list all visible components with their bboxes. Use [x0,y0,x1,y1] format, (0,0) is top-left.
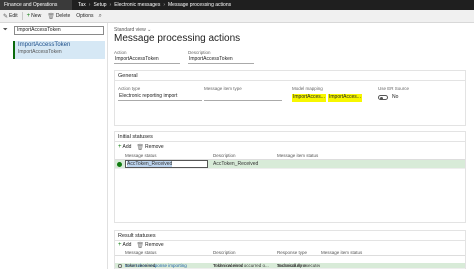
column-message-item-status[interactable]: Message item status [320,250,400,255]
breadcrumb: Tax › Setup › Electronic messages › Mess… [78,2,231,8]
result-remove-button[interactable]: 🗑 Remove [136,242,163,249]
delete-button[interactable]: 🗑 Delete [44,11,73,22]
column-message-item-status[interactable]: Message item status [276,153,366,158]
message-status-value: AccToken_Received [127,161,173,167]
table-row[interactable]: AccToken_Received AccToken_Received [115,160,465,169]
edit-button[interactable]: ✎ Edit [0,11,21,22]
result-statuses-grid-header: Message status Description Response type… [115,249,465,256]
result-remove-label: Remove [145,242,164,248]
list-pane: ⏷ ImportAccessToken ImportAccessToken Im… [0,23,108,269]
pencil-icon: ✎ [3,13,9,20]
initial-remove-button[interactable]: 🗑 Remove [136,144,163,151]
row-selector[interactable] [115,263,124,268]
plus-icon: + [118,242,122,248]
general-header[interactable]: General [115,71,465,81]
use-er-source-value: No [392,94,399,100]
breadcrumb-setup[interactable]: Setup [93,2,106,8]
plus-icon: + [26,13,31,19]
list-item-subtitle: ImportAccessToken [18,49,62,55]
result-statuses-row-2: Token received Token received Successful… [115,262,465,269]
use-er-source-toggle[interactable] [378,95,388,100]
app-name[interactable]: Finance and Operations [0,0,72,10]
trash-icon: 🗑 [136,144,145,151]
message-item-type-label: Message item type [204,86,242,91]
top-navigation-bar: Finance and Operations Tax › Setup › Ele… [0,0,474,10]
message-item-type-field[interactable] [204,93,282,101]
initial-statuses-toolbar: + Add 🗑 Remove [115,142,465,152]
action-type-field[interactable]: Electronic reporting import [118,93,202,101]
new-button-label: New [31,13,42,19]
initial-remove-label: Remove [145,144,164,150]
description-label: Description [188,50,211,55]
action-pane: ✎ Edit + New 🗑 Delete Options ⌕ [0,10,474,23]
trash-icon: 🗑 [47,13,55,20]
column-description[interactable]: Description [212,250,276,255]
breadcrumb-separator: › [88,2,91,8]
breadcrumb-message-processing-actions[interactable]: Message processing actions [168,2,231,8]
initial-add-label: Add [122,144,132,150]
action-field[interactable]: ImportAccessToken [114,56,180,64]
search-icon[interactable]: ⌕ [99,13,102,20]
response-type-cell: Successfully executed [277,263,320,268]
use-er-source-label: Use ER Source [378,86,410,91]
delete-button-label: Delete [55,13,71,19]
action-type-label: Action type [118,86,141,91]
check-circle-icon [117,161,122,167]
description-cell: Token received [213,263,244,268]
edit-button-label: Edit [9,13,18,19]
filter-row: ⏷ ImportAccessToken [0,23,107,37]
result-statuses-toolbar: + Add 🗑 Remove [115,241,465,249]
breadcrumb-separator: › [163,2,166,8]
filter-icon[interactable]: ⏷ [3,27,11,34]
initial-add-button[interactable]: + Add [118,144,131,150]
new-button[interactable]: + New [24,11,45,22]
breadcrumb-electronic-messages[interactable]: Electronic messages [114,2,160,8]
model-mapping-label: Model mapping [292,86,323,91]
options-button[interactable]: Options [73,11,96,22]
table-row[interactable]: Token received Token received Successful… [115,262,465,269]
result-add-label: Add [122,242,132,248]
column-response-type[interactable]: Response type [276,250,320,255]
initial-statuses-header[interactable]: Initial statuses [115,132,465,142]
divider [21,12,23,20]
breadcrumb-tax[interactable]: Tax [78,2,86,8]
column-message-status[interactable]: Message status [124,250,212,255]
page-title: Message processing actions [114,33,241,44]
action-label: Action [114,50,127,55]
plus-icon: + [118,144,122,150]
list-item-selected[interactable]: ImportAccessToken ImportAccessToken [13,41,105,59]
message-status-cell[interactable]: AccToken_Received [124,160,212,168]
initial-statuses-section: Initial statuses + Add 🗑 Remove Message … [114,131,466,223]
circle-icon [117,263,122,268]
trash-icon: 🗑 [136,242,145,249]
message-status-cell[interactable]: Token received [124,263,212,268]
details-pane: Standard view ⌄ Message processing actio… [110,23,474,269]
initial-statuses-grid-header: Message status Description Message item … [115,152,465,160]
model-mapping-field-second[interactable]: ImportAcces... [328,94,362,102]
list-item-title: ImportAccessToken [18,42,71,48]
model-mapping-field[interactable]: ImportAcces... [292,94,326,102]
description-field[interactable]: ImportAccessToken [188,56,254,64]
breadcrumb-separator: › [109,2,112,8]
filter-input[interactable]: ImportAccessToken [14,25,104,35]
column-description[interactable]: Description [212,153,276,158]
description-cell: AccToken_Received [213,161,259,167]
message-status-input[interactable]: AccToken_Received [125,160,208,168]
row-selector[interactable] [115,161,124,167]
options-button-label: Options [76,13,94,19]
column-message-status[interactable]: Message status [124,153,212,158]
result-statuses-header[interactable]: Result statuses [115,231,465,241]
result-add-button[interactable]: + Add [118,242,131,248]
